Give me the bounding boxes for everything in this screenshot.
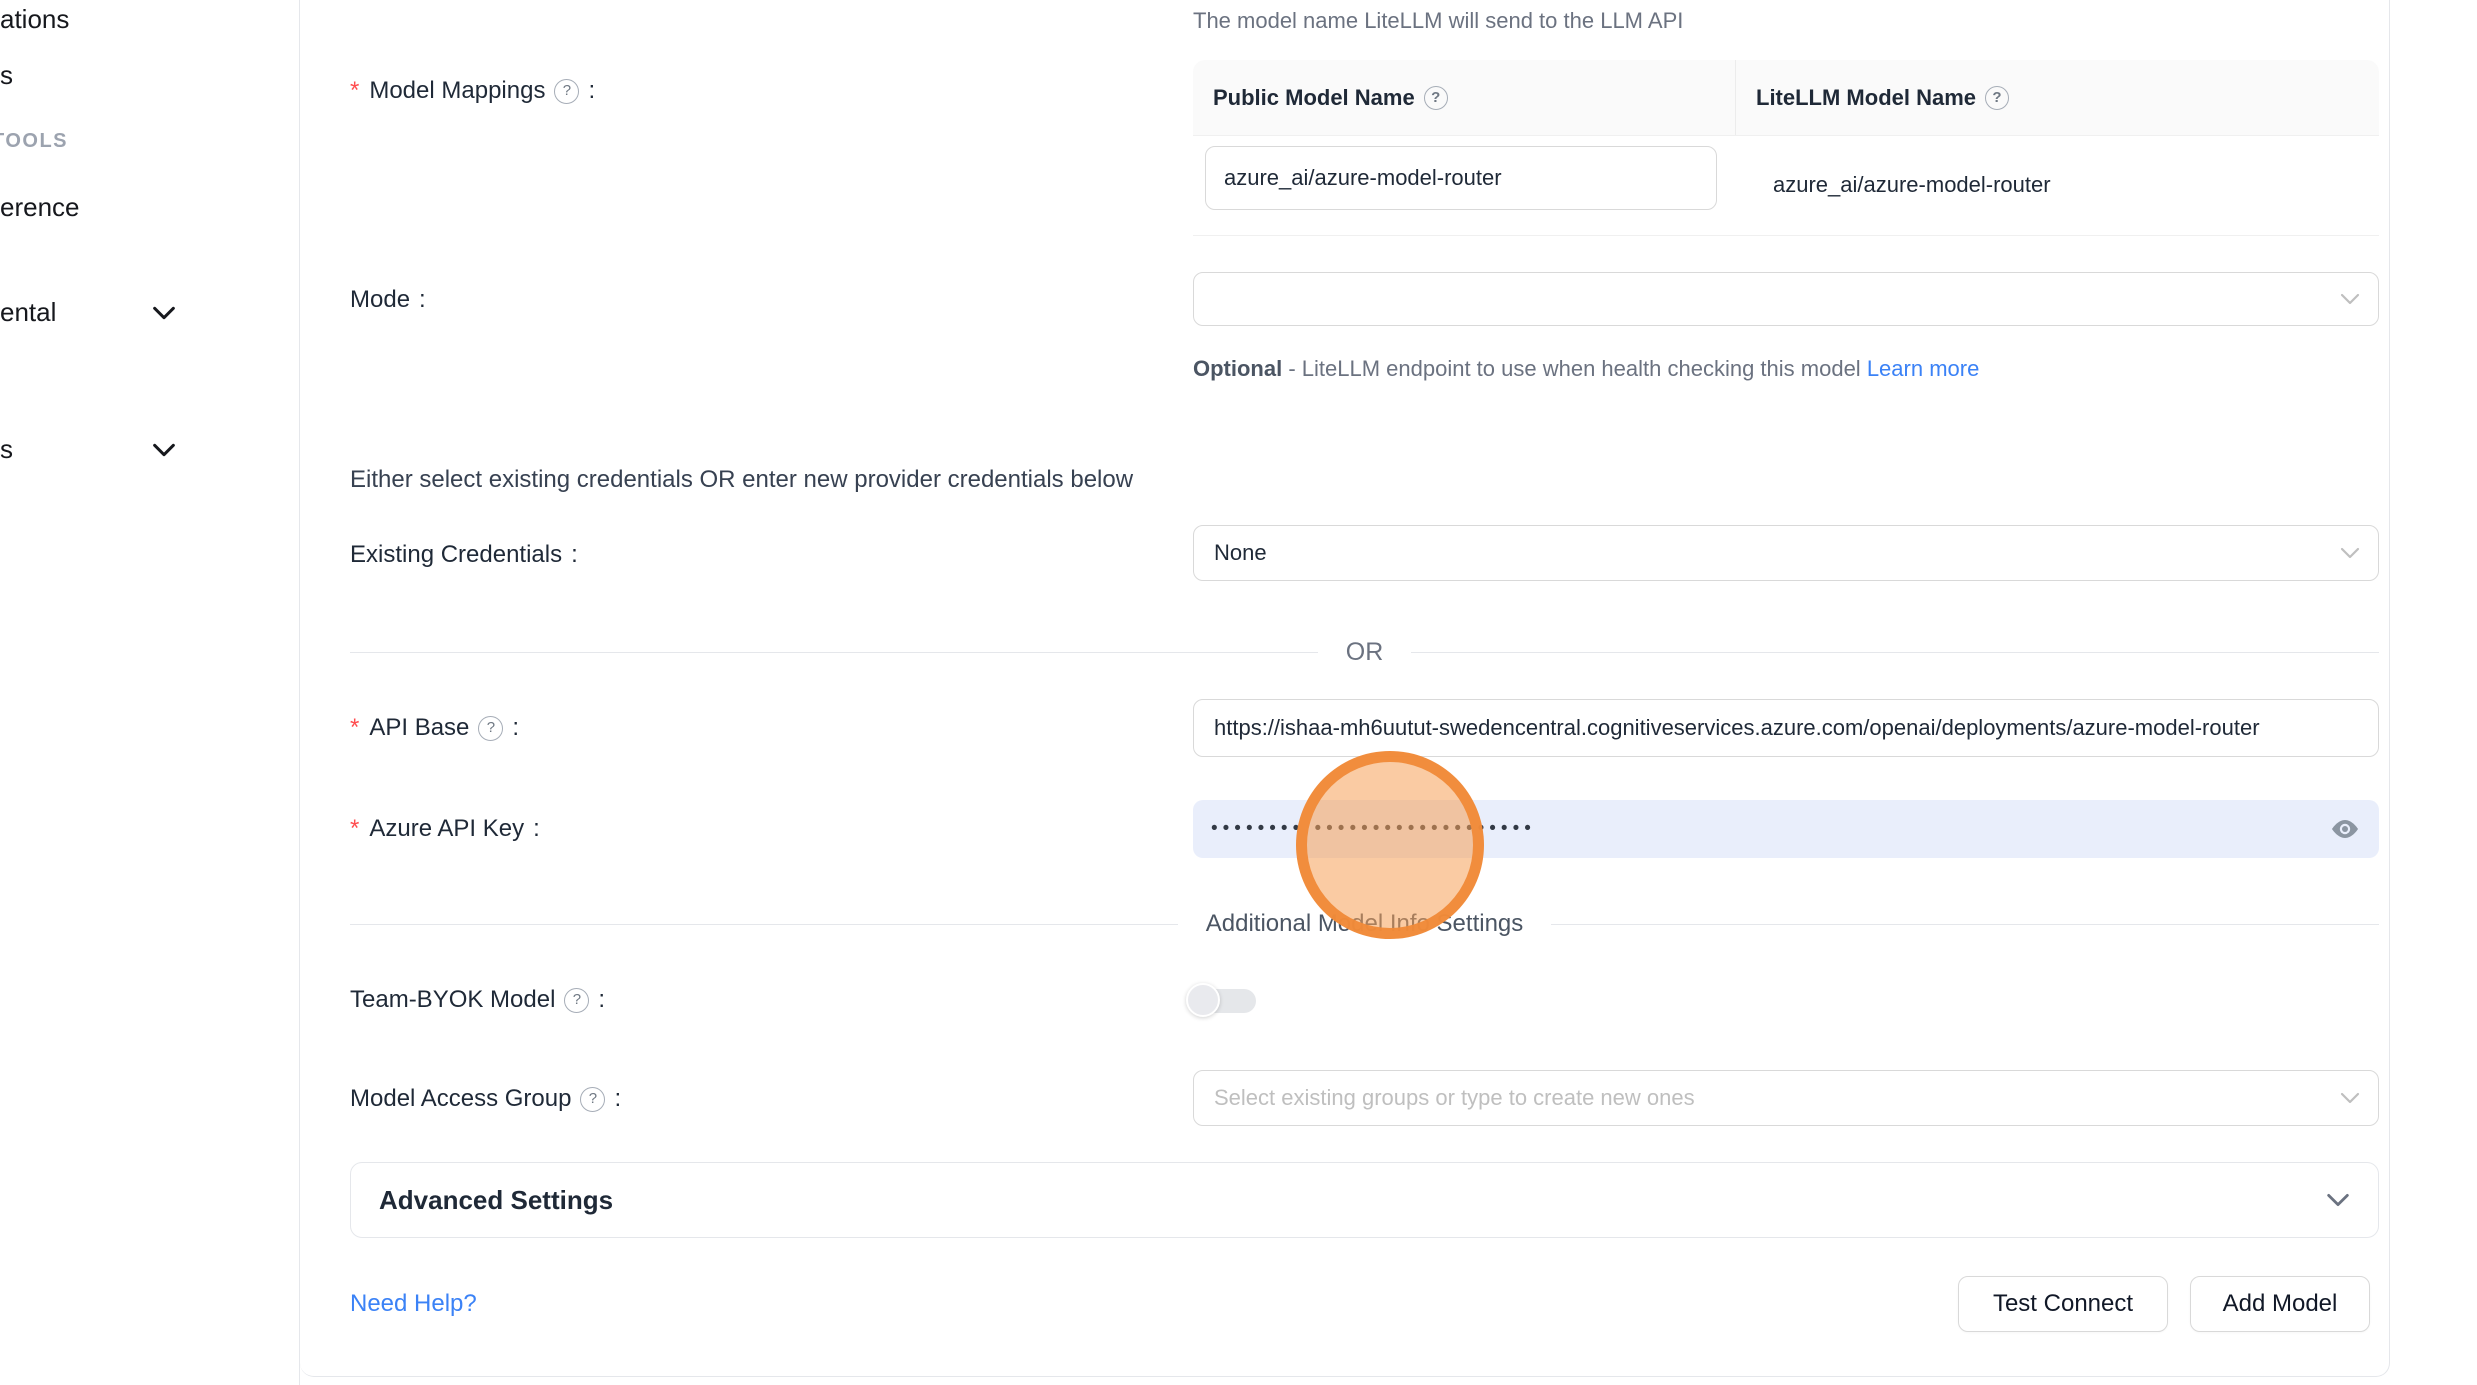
sidebar-item-label: s xyxy=(0,60,13,90)
label-colon: : xyxy=(571,540,578,570)
label-text: Model Access Group xyxy=(350,1084,571,1114)
column-label: LiteLLM Model Name xyxy=(1756,85,1976,111)
sidebar-section-label: TOOLS xyxy=(0,130,68,152)
label-colon: : xyxy=(614,1084,621,1114)
sidebar-item-organizations[interactable]: ations xyxy=(0,4,69,35)
chevron-down-icon xyxy=(2326,1193,2350,1207)
label-colon: : xyxy=(598,985,605,1015)
model-name-helper-text: The model name LiteLLM will send to the … xyxy=(1193,8,1683,34)
question-icon[interactable]: ? xyxy=(580,1087,605,1112)
masked-api-key: •••••••• ••••••••••••••••••• xyxy=(1211,818,1536,840)
mode-select[interactable] xyxy=(1193,272,2379,326)
label-text: Team-BYOK Model xyxy=(350,985,555,1015)
label-colon: : xyxy=(533,814,540,844)
existing-credentials-value: None xyxy=(1214,540,1267,566)
or-divider: OR xyxy=(350,637,2379,667)
chevron-down-icon xyxy=(152,443,176,457)
help-body: - LiteLLM endpoint to use when health ch… xyxy=(1282,356,1867,381)
model-access-group-label: Model Access Group ? : xyxy=(350,1084,621,1114)
credentials-note: Either select existing credentials OR en… xyxy=(350,466,1133,494)
sidebar-section-tools: TOOLS xyxy=(0,130,68,153)
column-label: Public Model Name xyxy=(1213,85,1415,111)
column-public-model-name: Public Model Name ? xyxy=(1193,60,1735,135)
sidebar-item-label: erence xyxy=(0,192,80,222)
label-text: API Base xyxy=(369,713,469,743)
azure-api-key-label: * Azure API Key : xyxy=(350,814,540,844)
model-access-group-select[interactable]: Select existing groups or type to create… xyxy=(1193,1070,2379,1126)
test-connect-button[interactable]: Test Connect xyxy=(1958,1276,2168,1332)
label-text: Model Mappings xyxy=(369,76,545,106)
label-colon: : xyxy=(419,285,426,315)
or-divider-text: OR xyxy=(1346,638,1384,667)
mode-help-text: Optional - LiteLLM endpoint to use when … xyxy=(1193,348,2008,390)
sidebar: ations s TOOLS erence ental s xyxy=(0,0,300,1385)
model-mappings-table-header: Public Model Name ? LiteLLM Model Name ? xyxy=(1193,60,2379,136)
label-colon: : xyxy=(512,713,519,743)
label-text: Azure API Key xyxy=(369,814,524,844)
question-icon[interactable]: ? xyxy=(1985,86,2009,110)
sidebar-item-reference[interactable]: erence xyxy=(0,192,80,223)
need-help-link[interactable]: Need Help? xyxy=(350,1290,477,1318)
sidebar-item-experimental[interactable]: ental xyxy=(0,297,56,328)
additional-settings-divider-text: Additional Model Info Settings xyxy=(1206,910,1524,938)
sidebar-item-settings[interactable]: s xyxy=(0,434,13,465)
question-icon[interactable]: ? xyxy=(564,988,589,1013)
add-model-page: ations s TOOLS erence ental s The model … xyxy=(0,0,2477,1385)
api-base-label: * API Base ? : xyxy=(350,713,519,743)
sidebar-item-label: ental xyxy=(0,297,56,327)
add-model-button[interactable]: Add Model xyxy=(2190,1276,2370,1332)
team-byok-label: Team-BYOK Model ? : xyxy=(350,985,605,1015)
required-asterisk: * xyxy=(350,76,359,106)
existing-credentials-select[interactable]: None xyxy=(1193,525,2379,581)
question-icon[interactable]: ? xyxy=(554,79,579,104)
label-text: Existing Credentials xyxy=(350,540,562,570)
label-text: Mode xyxy=(350,285,410,315)
sidebar-item-label: s xyxy=(0,434,13,464)
api-base-value: https://ishaa-mh6uutut-swedencentral.cog… xyxy=(1214,715,2260,741)
advanced-settings-label: Advanced Settings xyxy=(379,1185,613,1216)
model-access-group-placeholder: Select existing groups or type to create… xyxy=(1214,1085,1695,1111)
column-litellm-model-name: LiteLLM Model Name ? xyxy=(1735,60,2379,135)
chevron-down-icon xyxy=(152,306,176,320)
question-icon[interactable]: ? xyxy=(478,716,503,741)
divider-line xyxy=(350,924,1178,925)
chevron-down-icon xyxy=(2340,293,2360,305)
required-asterisk: * xyxy=(350,814,359,844)
help-bold: Optional xyxy=(1193,356,1282,381)
divider-line xyxy=(1411,652,2379,653)
learn-more-link[interactable]: Learn more xyxy=(1867,356,1980,381)
sidebar-item-models[interactable]: s xyxy=(0,60,13,91)
azure-api-key-input[interactable]: •••••••• ••••••••••••••••••• xyxy=(1193,800,2379,858)
toggle-knob xyxy=(1186,983,1220,1017)
label-colon: : xyxy=(588,76,595,106)
public-model-name-input[interactable] xyxy=(1205,146,1717,210)
litellm-model-name-value: azure_ai/azure-model-router xyxy=(1773,172,2051,198)
chevron-down-icon xyxy=(2340,1092,2360,1104)
additional-settings-divider: Additional Model Info Settings xyxy=(350,909,2379,939)
team-byok-toggle[interactable] xyxy=(1186,982,1258,1018)
existing-credentials-label: Existing Credentials : xyxy=(350,540,578,570)
model-mapping-row: azure_ai/azure-model-router xyxy=(1193,136,2379,236)
eye-icon[interactable] xyxy=(2329,817,2361,841)
required-asterisk: * xyxy=(350,713,359,743)
divider-line xyxy=(350,652,1318,653)
divider-line xyxy=(1551,924,2379,925)
model-mappings-label: * Model Mappings ? : xyxy=(350,76,595,106)
chevron-down-icon xyxy=(2340,547,2360,559)
advanced-settings-panel[interactable]: Advanced Settings xyxy=(350,1162,2379,1238)
api-base-input[interactable]: https://ishaa-mh6uutut-swedencentral.cog… xyxy=(1193,699,2379,757)
mode-label: Mode : xyxy=(350,285,426,315)
sidebar-item-label: ations xyxy=(0,4,69,34)
question-icon[interactable]: ? xyxy=(1424,86,1448,110)
